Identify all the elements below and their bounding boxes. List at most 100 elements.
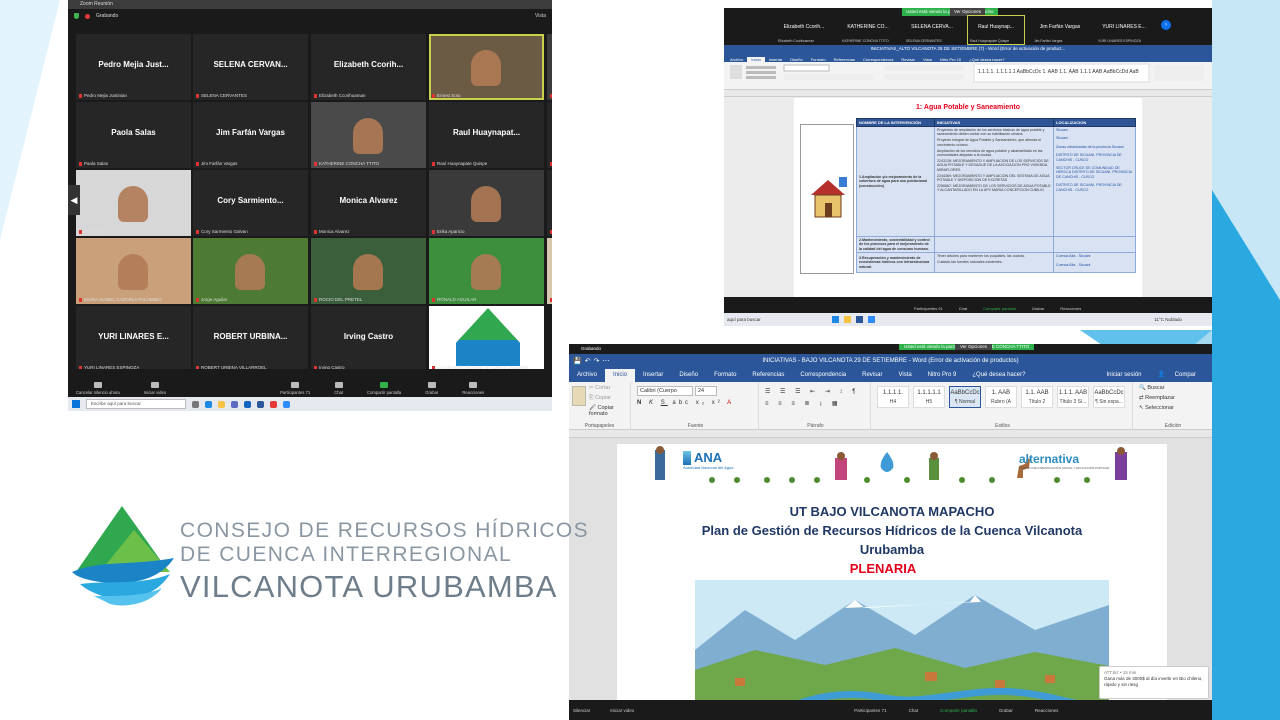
participant-tile[interactable]: Monica Alvarez Monica Alvarez: [311, 170, 426, 236]
prev-page-arrow-icon[interactable]: ◀: [68, 185, 80, 215]
strip-participant-tile[interactable]: Raul Huaynap... Raul Huaynapate Quispe: [967, 15, 1025, 45]
participant-tile[interactable]: ROCIO DEL PRETEL: [311, 238, 426, 304]
participant-tile[interactable]: Paola Salas Paola Salas: [76, 102, 191, 168]
signin-link[interactable]: Iniciar sesión: [1099, 369, 1150, 382]
taskbar-search-box[interactable]: Escribe aquí para buscar: [86, 399, 186, 409]
paragraph-buttons[interactable]: ☰ ☰ ☰ ⇤ ⇥ ↕ ¶ ≡ ≡ ≡ ≣ ↨ ▦: [765, 386, 859, 410]
participant-tile[interactable]: Irving Castro Irving Castro: [311, 306, 426, 372]
word-app-icon[interactable]: [257, 400, 264, 408]
participant-tile[interactable]: ARTURO CHAÑI CHOQUEHUAQUE: [547, 238, 552, 304]
strip-next-icon[interactable]: ›: [1161, 20, 1171, 30]
ribbon-tab[interactable]: Vista: [890, 369, 919, 382]
file-explorer-icon[interactable]: [218, 400, 225, 408]
strip-participant-tile[interactable]: Jim Farfán Vargas Jim Farfán Vargas: [1032, 16, 1088, 44]
chrome-icon[interactable]: [270, 400, 277, 408]
mute-button[interactable]: Cancelar silencio ahora: [76, 382, 120, 395]
participant-tile[interactable]: Ivan Cuchu: [76, 170, 191, 236]
share-screen-button[interactable]: Compartir pantalla: [983, 306, 1016, 311]
participant-tile[interactable]: Cory Sarmiento... Cory Sarmiento Galvan: [193, 170, 308, 236]
ribbon-tab[interactable]: Diseño: [671, 369, 706, 382]
participant-tile[interactable]: SELENA CERVAN... SELENA CERVANTES: [193, 34, 308, 100]
participant-tile[interactable]: RONALD AGUILAR: [429, 238, 544, 304]
participant-tile[interactable]: MARIA ISABEL CAZORLA PALOMINO: [76, 238, 191, 304]
ribbon-tab[interactable]: Inicio: [605, 369, 636, 382]
participant-tile[interactable]: Coordinación Vilcanota de Cuenca Urubamb…: [429, 306, 544, 372]
participant-tile[interactable]: Wilbert Tintaya... Wilbert Tintaya caño: [547, 102, 552, 168]
participant-tile[interactable]: ROBERT URBINA... ROBERT URBINA VILLARROEL: [193, 306, 308, 372]
paste-button[interactable]: [572, 386, 586, 406]
find-button[interactable]: 🔍 Buscar: [1139, 385, 1165, 391]
participant-tile[interactable]: Pedro Mejia Just... Pedro Mejia Justinian: [76, 34, 191, 100]
participant-tile[interactable]: Jorge Aguilar: [193, 238, 308, 304]
replace-button[interactable]: ⇄ Reemplazar: [1139, 395, 1175, 401]
store-icon[interactable]: [231, 400, 238, 408]
share-screen-button[interactable]: Compartir pantalla: [367, 382, 401, 395]
style-option[interactable]: 1.1.1.1.1 H5: [913, 386, 945, 408]
taskbar-search-box[interactable]: aquí para buscar: [727, 317, 787, 322]
edge-browser-icon[interactable]: [832, 316, 839, 323]
record-button[interactable]: Grabar: [999, 708, 1013, 713]
ribbon-tab[interactable]: ¿Qué desea hacer?: [964, 369, 1033, 382]
mail-icon[interactable]: [244, 400, 251, 408]
participants-button[interactable]: Participantes 71: [280, 382, 310, 395]
ad-notification[interactable]: ATT.biz • 15 min Gana más de 3000$ al dí…: [1099, 666, 1209, 699]
edge-browser-icon[interactable]: [205, 400, 212, 408]
view-button[interactable]: Vista: [535, 13, 546, 19]
reactions-button[interactable]: Reacciones: [462, 382, 484, 395]
chat-button[interactable]: Chat: [959, 306, 967, 311]
record-button[interactable]: Grabar: [1032, 306, 1044, 311]
video-button[interactable]: Iniciar video: [610, 708, 634, 713]
zoom-app-icon[interactable]: [868, 316, 875, 323]
zoom-app-icon[interactable]: [283, 400, 290, 408]
style-option[interactable]: 1. AAB Rubro (A: [985, 386, 1017, 408]
participant-tile[interactable]: YURI LINARES E... YURI LINARES ESPINOZA: [76, 306, 191, 372]
ribbon-tab[interactable]: Archivo: [569, 369, 606, 382]
word-app-icon[interactable]: [856, 316, 863, 323]
view-options-button[interactable]: Ver Opciones: [950, 8, 986, 16]
ribbon-tab[interactable]: Insertar: [635, 369, 671, 382]
font-size-select[interactable]: 24: [695, 386, 717, 396]
participant-tile[interactable]: Elizabeth Ccorih... Elizabeth Ccorihuaman: [311, 34, 426, 100]
reactions-button[interactable]: Reacciones: [1035, 708, 1059, 713]
participant-tile[interactable]: KATHERINE CONCHA TTITO: [311, 102, 426, 168]
view-options-button[interactable]: Ver Opciones: [955, 344, 993, 350]
style-option[interactable]: 1.1.1. AAB Título 3 Sí...: [1057, 386, 1089, 408]
strip-participant-tile[interactable]: Elizabeth Ccorih... Elizabeth Ccorihuaman: [776, 16, 832, 44]
share-button[interactable]: 👤 Compar: [1150, 369, 1212, 382]
chat-button[interactable]: Chat: [909, 708, 919, 713]
style-option[interactable]: 1.1.1.1. H4: [877, 386, 909, 408]
style-option[interactable]: AaBbCcDc ¶ Sin espa...: [1093, 386, 1125, 408]
chat-button[interactable]: Chat: [334, 382, 343, 395]
participants-button[interactable]: Participantes 71: [854, 708, 886, 713]
style-option[interactable]: 1.1. AAB Título 2: [1021, 386, 1053, 408]
file-explorer-icon[interactable]: [844, 316, 851, 323]
reactions-button[interactable]: Reacciones: [1060, 306, 1081, 311]
format-painter-button[interactable]: 🖌 Copiar formato: [589, 405, 630, 417]
cut-button[interactable]: ✂ Cortar: [589, 385, 610, 391]
ribbon-tab[interactable]: Correspondencia: [792, 369, 854, 382]
security-shield-icon[interactable]: [74, 13, 79, 19]
style-option[interactable]: AaBbCcDc ¶ Normal: [949, 386, 981, 408]
participant-tile[interactable]: Erika Aparicio: [429, 170, 544, 236]
participant-tile[interactable]: Jim Farfán Vargas Jim Farfán Vargas: [193, 102, 308, 168]
font-name-select[interactable]: Calibri (Cuerpo: [637, 386, 693, 396]
windows-start-icon[interactable]: [72, 400, 80, 408]
participants-button[interactable]: Participantes 91: [914, 306, 943, 311]
strip-participant-tile[interactable]: KATHERINE CO... KATHERINE CONCHA TTITO: [840, 16, 896, 44]
share-screen-button[interactable]: Compartir pantalla: [940, 708, 977, 713]
participant-tile[interactable]: Victor Sevilla G Victor Sevilla G: [547, 170, 552, 236]
record-button[interactable]: Grabar: [425, 382, 438, 395]
ribbon-tab[interactable]: Revisar: [854, 369, 890, 382]
ribbon-tab[interactable]: Nitro Pro 9: [920, 369, 965, 382]
participant-tile[interactable]: Ernest Soto: [429, 34, 544, 100]
ribbon-tab[interactable]: Formato: [706, 369, 744, 382]
copy-button[interactable]: ⎘ Copiar: [589, 395, 611, 402]
font-format-buttons[interactable]: N K S abc x₂ x² A: [637, 400, 734, 406]
participant-tile[interactable]: Raul Huaynapat... Raul Huaynapate Quispe: [429, 102, 544, 168]
strip-participant-tile[interactable]: SELENA CERVA... SELENA CERVANTES: [904, 16, 960, 44]
strip-participant-tile[interactable]: YURI LINARES E... YURI LINARES ESPINOZA: [1096, 16, 1152, 44]
select-button[interactable]: ↖ Seleccionar: [1139, 405, 1174, 411]
ribbon-tab[interactable]: Referencias: [744, 369, 792, 382]
task-view-icon[interactable]: [192, 400, 199, 408]
participant-tile[interactable]: JOSUE VELASQUEZ: [547, 34, 552, 100]
